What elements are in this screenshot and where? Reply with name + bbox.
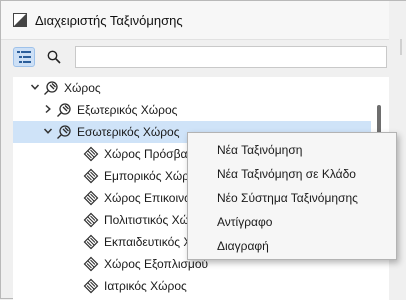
classification-item-icon	[83, 190, 99, 206]
classification-system-icon	[44, 81, 58, 95]
title-bar: Διαχειριστής Ταξινόμησης	[1, 1, 405, 40]
menu-item-delete[interactable]: Διαγραφή	[188, 234, 396, 258]
search-input[interactable]	[75, 46, 387, 68]
chevron-down-icon[interactable]	[30, 82, 40, 92]
tree-row-label: Χώρος	[64, 81, 101, 95]
classification-item-icon	[83, 168, 99, 184]
tree-row[interactable]: Χώρος	[13, 77, 371, 99]
classification-item-icon	[83, 212, 99, 228]
menu-item-new-classification-system[interactable]: Νέο Σύστημα Ταξινόμησης	[188, 186, 396, 210]
tree-row-label: Εξωτερικός Χώρος	[77, 103, 178, 117]
tree-row[interactable]: Εξωτερικός Χώρος	[13, 99, 371, 121]
tree-view-icon	[17, 51, 31, 63]
classification-system-icon	[57, 103, 71, 117]
classification-item-icon	[83, 256, 99, 272]
tree-view-toggle-button[interactable]	[13, 47, 35, 67]
chevron-down-icon[interactable]	[43, 126, 53, 136]
menu-item-new-classification[interactable]: Νέα Ταξινόμηση	[188, 138, 396, 162]
chevron-right-icon[interactable]	[43, 104, 53, 114]
edge-divider	[400, 39, 402, 55]
classification-item-icon	[83, 146, 99, 162]
context-menu: Νέα Ταξινόμηση Νέα Ταξινόμηση σε Κλάδο Ν…	[187, 132, 397, 260]
menu-item-new-classification-in-branch[interactable]: Νέα Ταξινόμηση σε Κλάδο	[188, 162, 396, 186]
classification-item-icon	[83, 234, 99, 250]
classification-system-icon	[57, 125, 71, 139]
menu-item-duplicate[interactable]: Αντίγραφο	[188, 210, 396, 234]
window-title: Διαχειριστής Ταξινόμησης	[35, 13, 183, 28]
tree-row[interactable]: Ιατρικός Χώρος	[13, 275, 371, 297]
tree-row-label: Εσωτερικός Χώρος	[77, 125, 180, 139]
search-icon	[47, 50, 61, 64]
app-icon	[13, 13, 27, 27]
toolbar	[1, 39, 405, 77]
classification-item-icon	[83, 278, 99, 294]
search-button[interactable]	[43, 47, 65, 67]
tree-row-label: Ιατρικός Χώρος	[104, 279, 187, 293]
classification-manager-window: Διαχειριστής Ταξινόμησης Χώρος Εξωτερικός…	[0, 0, 406, 300]
